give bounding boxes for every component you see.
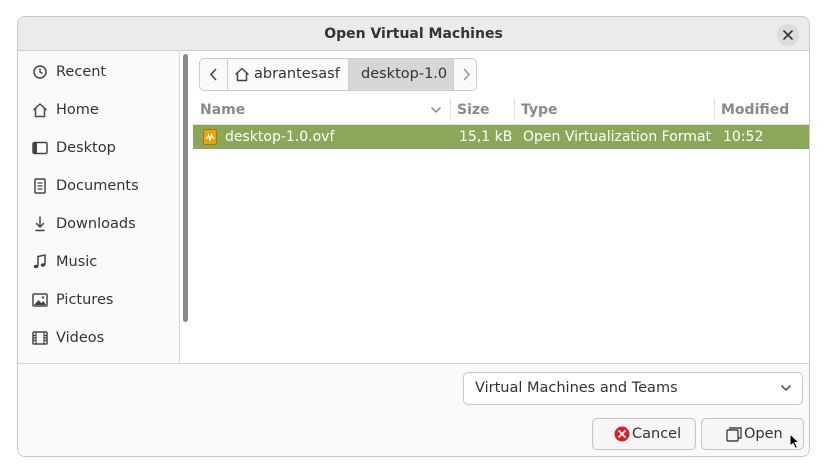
- column-separator: [514, 99, 515, 121]
- sidebar-item-videos[interactable]: Videos: [18, 319, 178, 357]
- cancel-button[interactable]: Cancel: [592, 418, 696, 450]
- column-type[interactable]: Type: [521, 95, 558, 125]
- ovf-file-icon: [203, 129, 217, 145]
- sidebar-item-label: Recent: [56, 64, 107, 80]
- column-separator: [714, 99, 715, 121]
- sidebar-scrollbar[interactable]: [183, 54, 188, 322]
- sidebar-item-pictures[interactable]: Pictures: [18, 281, 178, 319]
- close-button[interactable]: [777, 24, 799, 46]
- sidebar-item-label: Desktop: [56, 140, 116, 156]
- file-name: desktop-1.0.ovf: [225, 129, 335, 145]
- open-button[interactable]: Open: [701, 418, 804, 450]
- file-type-filter-dropdown[interactable]: Virtual Machines and Teams: [463, 372, 803, 405]
- file-size: 15,1 kB: [459, 129, 513, 145]
- path-home-label: abrantesasf: [254, 66, 340, 82]
- open-label: Open: [744, 426, 783, 442]
- close-icon: [783, 30, 793, 40]
- sidebar-item-home[interactable]: Home: [18, 91, 178, 129]
- sort-chevron-down-icon[interactable]: [430, 106, 442, 114]
- mouse-cursor-icon: [789, 433, 801, 450]
- music-icon: [33, 254, 46, 269]
- home-icon: [234, 67, 250, 82]
- sidebar-item-label: Documents: [56, 178, 139, 194]
- sidebar-item-downloads[interactable]: Downloads: [18, 205, 178, 243]
- sidebar-item-recent[interactable]: Recent: [18, 53, 178, 91]
- sidebar-item-documents[interactable]: Documents: [18, 167, 178, 205]
- sidebar-item-label: Downloads: [56, 216, 136, 232]
- picture-icon: [32, 293, 48, 307]
- column-header-row: Name Size Type Modified: [193, 95, 809, 125]
- open-dialog: Open Virtual Machines Recent Home Deskto…: [17, 16, 810, 457]
- download-icon: [35, 216, 45, 232]
- path-back-button[interactable]: [200, 59, 228, 90]
- clock-icon: [33, 65, 47, 79]
- dialog-title: Open Virtual Machines: [324, 26, 503, 42]
- sidebar-item-label: Music: [56, 254, 98, 270]
- column-separator: [450, 99, 451, 121]
- sidebar-item-music[interactable]: Music: [18, 243, 178, 281]
- path-current-label: desktop-1.0: [361, 66, 448, 82]
- sidebar-item-label: Videos: [56, 330, 105, 346]
- column-name[interactable]: Name: [200, 95, 245, 125]
- sidebar-item-desktop[interactable]: Desktop: [18, 129, 178, 167]
- file-modified: 10:52: [723, 129, 764, 145]
- column-size[interactable]: Size: [457, 95, 490, 125]
- home-icon: [32, 103, 48, 118]
- path-bar: abrantesasf desktop-1.0: [199, 58, 477, 91]
- titlebar: Open Virtual Machines: [18, 17, 809, 51]
- path-segment-home[interactable]: abrantesasf: [228, 59, 349, 90]
- column-modified[interactable]: Modified: [721, 95, 789, 125]
- file-row[interactable]: desktop-1.0.ovf 15,1 kB Open Virtualizat…: [193, 125, 809, 149]
- sidebar-item-label: Pictures: [56, 292, 114, 308]
- sidebar-item-label: Home: [56, 102, 99, 118]
- places-sidebar: Recent Home Desktop Documents Downloads …: [18, 51, 180, 363]
- document-icon: [34, 178, 46, 194]
- chevron-right-icon: [463, 68, 471, 81]
- chevron-left-icon: [209, 68, 217, 81]
- action-area: Virtual Machines and Teams Cancel Open: [18, 363, 809, 456]
- cancel-label: Cancel: [632, 426, 682, 442]
- chevron-down-icon: [780, 384, 792, 392]
- desktop-icon: [32, 141, 48, 155]
- file-list: Name Size Type Modified desktop-1.0.ovf …: [193, 95, 809, 363]
- file-type: Open Virtualization Format: [523, 129, 712, 145]
- path-segment-current[interactable]: desktop-1.0: [349, 59, 454, 90]
- open-file-icon: [726, 427, 742, 442]
- cancel-icon: [614, 426, 630, 442]
- video-icon: [32, 331, 48, 345]
- filter-selected-label: Virtual Machines and Teams: [475, 380, 678, 396]
- path-forward-button[interactable]: [454, 59, 476, 90]
